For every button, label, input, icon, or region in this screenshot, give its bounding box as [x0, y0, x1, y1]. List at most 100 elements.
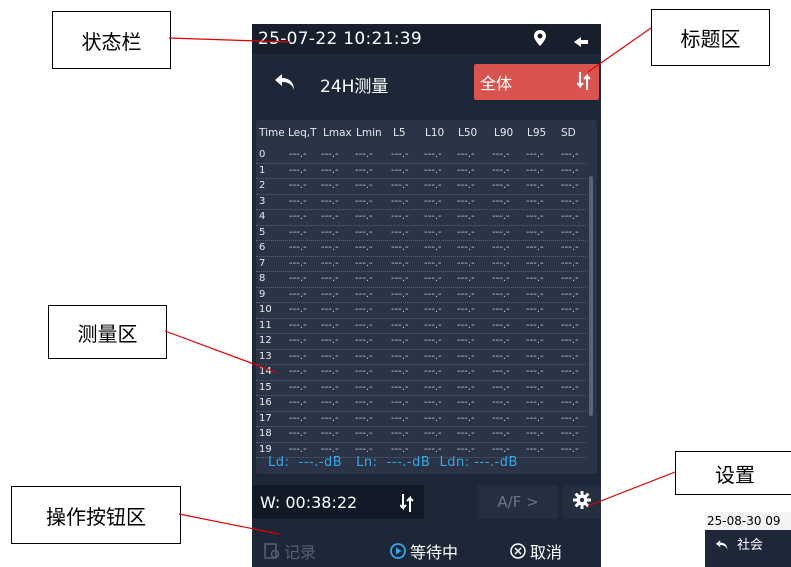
- column-header: L95: [527, 127, 547, 139]
- table-cell: ---.-: [391, 257, 409, 269]
- table-cell: ---.-: [289, 443, 307, 455]
- column-header: Lmax: [323, 127, 352, 139]
- back-arrow-icon[interactable]: [274, 72, 300, 96]
- table-cell: ---.-: [391, 195, 409, 207]
- table-cell: ---.-: [289, 257, 307, 269]
- table-cell: ---.-: [457, 226, 475, 238]
- record-icon: [264, 543, 280, 559]
- table-row[interactable]: 9 ---.- ---.- ---.- ---.- ---.- ---.- ---.- ---.…: [256, 288, 586, 303]
- table-cell: ---.-: [424, 319, 442, 331]
- table-cell: ---.-: [424, 164, 442, 176]
- table-row[interactable]: 10 ---.- ---.- ---.- ---.- ---.- ---.- ---.- ---…: [256, 303, 586, 319]
- table-cell: ---.-: [355, 335, 373, 346]
- table-cell: ---.-: [355, 164, 373, 176]
- table-row[interactable]: 14 ---.- ---.- ---.- ---.- ---.- ---.- ---.- ---…: [256, 365, 586, 381]
- table-cell: ---.-: [561, 304, 579, 315]
- table-cell: ---.-: [391, 428, 409, 439]
- row-hour: 1: [259, 164, 266, 176]
- row-hour: 17: [259, 412, 272, 424]
- table-row[interactable]: 17 ---.- ---.- ---.- ---.- ---.- ---.- ---.- ---…: [256, 412, 586, 427]
- table-cell: ---.-: [321, 195, 339, 207]
- table-row[interactable]: 13 ---.- ---.- ---.- ---.- ---.- ---.- ---.- ---…: [256, 350, 586, 365]
- table-row[interactable]: 18 ---.- ---.- ---.- ---.- ---.- ---.- ---.- ---…: [256, 427, 586, 443]
- table-cell: ---.-: [391, 242, 409, 253]
- table-cell: ---.-: [391, 226, 409, 238]
- row-hour: 15: [259, 381, 272, 393]
- cancel-button[interactable]: 取消: [510, 539, 562, 563]
- table-cell: ---.-: [391, 443, 409, 455]
- table-row[interactable]: 11 ---.- ---.- ---.- ---.- ---.- ---.- ---.- ---…: [256, 319, 586, 334]
- table-cell: ---.-: [355, 443, 373, 455]
- table-row[interactable]: 12 ---.- ---.- ---.- ---.- ---.- ---.- ---.- ---…: [256, 334, 586, 350]
- table-cell: ---.-: [457, 242, 475, 253]
- table-cell: ---.-: [424, 211, 442, 222]
- table-cell: ---.-: [457, 366, 475, 377]
- table-row[interactable]: 6 ---.- ---.- ---.- ---.- ---.- ---.- ---.- ---.…: [256, 241, 586, 257]
- table-row[interactable]: 5 ---.- ---.- ---.- ---.- ---.- ---.- ---.- ---.…: [256, 226, 586, 241]
- table-row[interactable]: 0 ---.- ---.- ---.- ---.- ---.- ---.- ---.- ---.…: [256, 148, 586, 164]
- record-label: 记录: [284, 543, 317, 562]
- cancel-label: 取消: [530, 543, 563, 562]
- table-cell: ---.-: [457, 335, 475, 346]
- table-cell: ---.-: [492, 180, 510, 191]
- table-row[interactable]: 7 ---.- ---.- ---.- ---.- ---.- ---.- ---.- ---.…: [256, 257, 586, 272]
- table-body[interactable]: 0 ---.- ---.- ---.- ---.- ---.- ---.- ---.- ---.…: [256, 148, 586, 458]
- table-cell: ---.-: [289, 164, 307, 176]
- table-row[interactable]: 2 ---.- ---.- ---.- ---.- ---.- ---.- ---.- ---.…: [256, 179, 586, 195]
- table-cell: ---.-: [321, 381, 339, 393]
- table-cell: ---.-: [424, 195, 442, 207]
- row-hour: 16: [259, 397, 272, 408]
- table-row[interactable]: 1 ---.- ---.- ---.- ---.- ---.- ---.- ---.- ---.…: [256, 164, 586, 179]
- waiting-button[interactable]: 等待中: [390, 539, 458, 563]
- table-cell: ---.-: [321, 288, 339, 300]
- table-cell: ---.-: [561, 180, 579, 191]
- table-cell: ---.-: [492, 304, 510, 315]
- column-header: Lmin: [356, 127, 382, 139]
- column-header: SD: [561, 127, 576, 139]
- filter-dropdown-button[interactable]: 全体: [474, 64, 599, 100]
- table-row[interactable]: 8 ---.- ---.- ---.- ---.- ---.- ---.- ---.- ---.…: [256, 272, 586, 288]
- table-cell: ---.-: [321, 180, 339, 191]
- table-row[interactable]: 16 ---.- ---.- ---.- ---.- ---.- ---.- ---.- ---…: [256, 396, 586, 412]
- af-button[interactable]: A/F >: [478, 485, 558, 519]
- table-cell: ---.-: [526, 242, 544, 253]
- table-cell: ---.-: [526, 350, 544, 362]
- row-hour: 3: [259, 195, 266, 207]
- callout-action-area: 操作按钮区: [11, 486, 181, 544]
- table-cell: ---.-: [457, 211, 475, 222]
- table-cell: ---.-: [289, 288, 307, 300]
- gear-icon: [573, 491, 591, 513]
- row-hour: 12: [259, 335, 272, 346]
- table-cell: ---.-: [561, 164, 579, 176]
- table-cell: ---.-: [355, 180, 373, 191]
- row-hour: 9: [259, 288, 266, 300]
- ldn-summary: Ld: ---.-dB Ln: ---.-dB Ldn: ---.-dB: [268, 455, 518, 470]
- table-cell: ---.-: [561, 195, 579, 207]
- table-cell: ---.-: [355, 273, 373, 284]
- column-header: L90: [494, 127, 514, 139]
- w-timer-button[interactable]: W: 00:38:22: [252, 485, 424, 519]
- table-cell: ---.-: [424, 257, 442, 269]
- table-cell: ---.-: [457, 319, 475, 331]
- scrollbar[interactable]: [589, 176, 593, 416]
- table-cell: ---.-: [561, 226, 579, 238]
- table-cell: ---.-: [289, 242, 307, 253]
- column-header: L50: [458, 127, 478, 139]
- table-cell: ---.-: [561, 257, 579, 269]
- table-cell: ---.-: [321, 149, 339, 160]
- table-cell: ---.-: [561, 273, 579, 284]
- column-header: L10: [425, 127, 445, 139]
- table-row[interactable]: 4 ---.- ---.- ---.- ---.- ---.- ---.- ---.- ---.…: [256, 210, 586, 226]
- table-cell: ---.-: [424, 428, 442, 439]
- table-cell: ---.-: [457, 428, 475, 439]
- table-row[interactable]: 15 ---.- ---.- ---.- ---.- ---.- ---.- ---.- ---…: [256, 381, 586, 396]
- table-row[interactable]: 3 ---.- ---.- ---.- ---.- ---.- ---.- ---.- ---.…: [256, 195, 586, 210]
- table-cell: ---.-: [561, 443, 579, 455]
- settings-button[interactable]: [563, 485, 601, 519]
- table-cell: ---.-: [561, 211, 579, 222]
- table-cell: ---.-: [289, 304, 307, 315]
- table-cell: ---.-: [355, 319, 373, 331]
- title-bar: 24H测量 全体: [252, 54, 601, 114]
- table-cell: ---.-: [424, 226, 442, 238]
- record-button[interactable]: 记录: [264, 539, 316, 563]
